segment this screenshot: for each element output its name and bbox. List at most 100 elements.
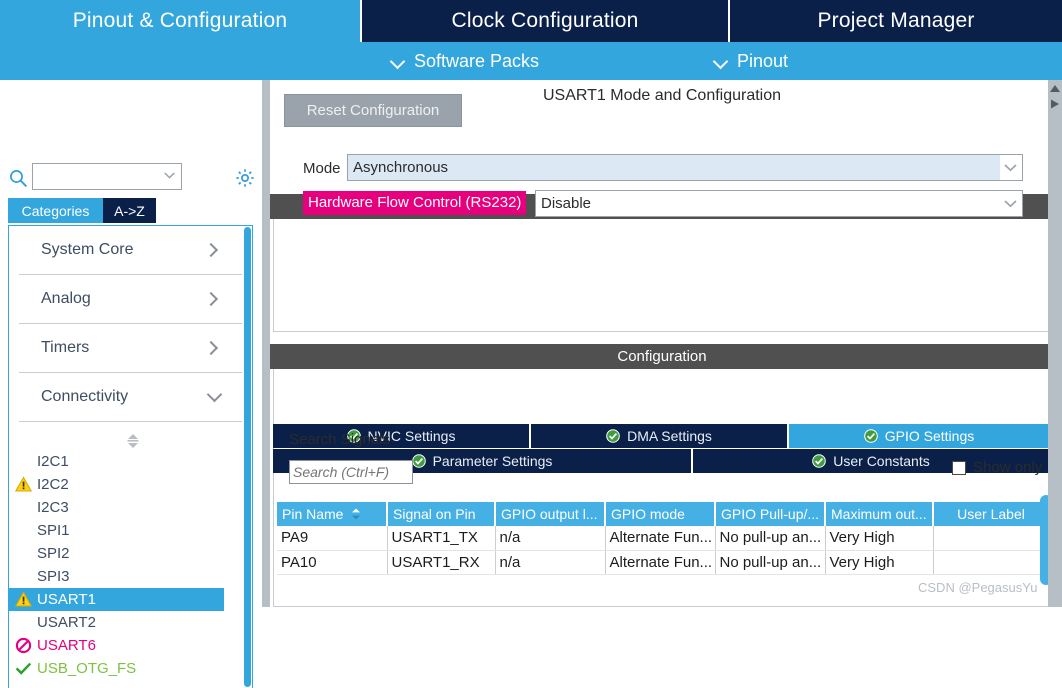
cell-gpio-pull-up-down: No pull-up an...	[715, 550, 826, 575]
status-ok-icon	[812, 454, 827, 468]
chevron-down-icon[interactable]	[1000, 191, 1022, 216]
category-system-core[interactable]: System Core	[19, 226, 242, 275]
column-header-gpio-output-level-label: GPIO output l...	[501, 506, 598, 522]
tab-user-constants-label: User Constants	[833, 453, 930, 469]
scroll-right-arrow-icon[interactable]	[1049, 98, 1061, 110]
cell-gpio-output-level: n/a	[495, 526, 606, 551]
list-item-usart2[interactable]: USART2	[9, 611, 252, 634]
column-header-gpio-output-level[interactable]: GPIO output l...	[495, 502, 606, 526]
chevron-down-icon[interactable]	[1000, 155, 1022, 180]
scroll-up-arrow-icon[interactable]	[1049, 83, 1061, 95]
tab-a-to-z-label: A->Z	[114, 202, 145, 219]
list-item-usb-otg-fs[interactable]: USB_OTG_FS	[9, 657, 252, 680]
cell-user-label[interactable]	[933, 550, 1048, 575]
warning-icon	[15, 591, 32, 607]
list-item-spi3[interactable]: SPI3	[9, 565, 252, 588]
tree-scrollbar[interactable]	[243, 227, 251, 687]
checkbox-box[interactable]	[952, 460, 966, 475]
search-signals-field[interactable]	[290, 461, 412, 483]
cell-gpio-output-level: n/a	[495, 550, 606, 575]
status-ok-icon	[606, 429, 620, 443]
field-hardware-flow-control-label: Hardware Flow Control (RS232)	[303, 191, 527, 215]
tab-project-manager-label: Project Manager	[817, 9, 975, 32]
tab-dma-settings[interactable]: DMA Settings	[531, 424, 789, 448]
tab-parameter-settings-label: Parameter Settings	[432, 453, 553, 469]
list-item-spi2[interactable]: SPI2	[9, 542, 252, 565]
show-only-label: Show only	[973, 459, 1043, 476]
cell-pin-name: PA10	[277, 550, 388, 575]
show-only-checkbox[interactable]: Show only	[952, 459, 1042, 476]
column-header-maximum-output-speed[interactable]: Maximum out...	[825, 502, 934, 526]
tab-gpio-settings-label: GPIO Settings	[884, 428, 975, 444]
list-item-label: SPI1	[37, 522, 70, 539]
status-ok-icon	[863, 429, 878, 443]
search-signals-input[interactable]	[289, 460, 413, 484]
page-title-label: USART1 Mode and Configuration	[542, 87, 782, 104]
table-row[interactable]: PA9 USART1_TX n/a Alternate Fun... No pu…	[277, 526, 1048, 551]
list-item-spi1[interactable]: SPI1	[9, 519, 252, 542]
list-item-label: USART1	[37, 591, 96, 608]
menu-software-packs[interactable]: Software Packs	[390, 42, 539, 80]
blocked-icon	[15, 637, 32, 654]
tab-categories-label: Categories	[21, 202, 90, 219]
tab-clock-configuration[interactable]: Clock Configuration	[362, 0, 730, 42]
search-signals-label: Search Signals	[289, 431, 390, 448]
tab-dma-settings-label: DMA Settings	[627, 428, 712, 444]
category-analog[interactable]: Analog	[19, 275, 242, 324]
column-header-signal-on-pin[interactable]: Signal on Pin	[387, 502, 496, 526]
table-header-row: Pin Name Signal on Pin GPIO output l... …	[277, 502, 1048, 526]
search-icon[interactable]	[9, 169, 28, 188]
list-item-i2c1[interactable]: I2C1	[9, 450, 252, 473]
column-header-gpio-pull-up-down[interactable]: GPIO Pull-up/...	[715, 502, 826, 526]
tab-clock-configuration-label: Clock Configuration	[451, 9, 639, 32]
peripheral-tree: System Core Analog Timers Connectivity I…	[8, 225, 253, 688]
peripheral-search-input[interactable]	[32, 163, 182, 190]
mode-dropdown-value: Asynchronous	[348, 155, 1000, 180]
list-item-usart1[interactable]: USART1	[9, 588, 224, 611]
column-header-user-label-label: User Label	[957, 506, 1025, 522]
panel-splitter[interactable]	[262, 80, 270, 607]
tab-a-to-z[interactable]: A->Z	[103, 198, 156, 223]
cell-gpio-pull-up-down: No pull-up an...	[715, 526, 826, 551]
spinner-up-down-icon[interactable]	[126, 433, 140, 449]
cell-user-label[interactable]	[933, 526, 1048, 551]
tree-scrollbar-thumb[interactable]	[244, 227, 251, 687]
scroll-spinner[interactable]	[9, 429, 252, 451]
tab-pinout-configuration[interactable]: Pinout & Configuration	[0, 0, 362, 42]
hardware-flow-control-value: Disable	[541, 195, 592, 212]
main-tab-bar: Pinout & Configuration Clock Configurati…	[0, 0, 1062, 42]
sort-ascending-icon	[352, 508, 361, 520]
tab-project-manager[interactable]: Project Manager	[730, 0, 1062, 42]
tab-gpio-settings[interactable]: GPIO Settings	[789, 424, 1049, 448]
peripheral-browser-panel: Categories A->Z System Core Analog Timer…	[0, 80, 262, 688]
table-row[interactable]: PA10 USART1_RX n/a Alternate Fun... No p…	[277, 550, 1048, 575]
category-connectivity[interactable]: Connectivity	[19, 373, 242, 422]
column-header-pin-name[interactable]: Pin Name	[277, 502, 388, 526]
list-item-i2c2[interactable]: I2C2	[9, 473, 252, 496]
cell-signal-on-pin: USART1_RX	[387, 550, 496, 575]
sub-tab-bar: Software Packs Pinout	[0, 42, 1062, 80]
mode-section-body	[273, 219, 1054, 332]
chevron-down-icon	[208, 391, 222, 403]
reset-configuration-button[interactable]: Reset Configuration	[284, 94, 462, 127]
column-header-signal-on-pin-label: Signal on Pin	[393, 506, 476, 522]
menu-pinout[interactable]: Pinout	[713, 42, 788, 80]
list-item-label: SPI3	[37, 568, 70, 585]
column-header-gpio-mode[interactable]: GPIO mode	[605, 502, 716, 526]
mode-dropdown[interactable]: Asynchronous	[347, 154, 1023, 181]
column-header-user-label[interactable]: User Label	[933, 502, 1048, 526]
warning-icon	[15, 476, 32, 492]
gear-icon[interactable]	[234, 167, 256, 189]
watermark: CSDN @PegasusYu	[918, 580, 1038, 595]
column-header-gpio-pull-up-down-label: GPIO Pull-up/...	[721, 506, 820, 522]
status-ok-icon	[411, 454, 426, 468]
cell-gpio-mode: Alternate Fun...	[605, 526, 716, 551]
list-item-i2c3[interactable]: I2C3	[9, 496, 252, 519]
list-item-usart6[interactable]: USART6	[9, 634, 252, 657]
tab-categories[interactable]: Categories	[8, 198, 103, 223]
chevron-down-icon[interactable]	[164, 172, 175, 179]
category-timers[interactable]: Timers	[19, 324, 242, 373]
hardware-flow-control-dropdown[interactable]: Disable	[535, 190, 1023, 217]
list-item-label: USART2	[37, 614, 96, 631]
panel-scrollbar[interactable]	[1048, 80, 1062, 607]
